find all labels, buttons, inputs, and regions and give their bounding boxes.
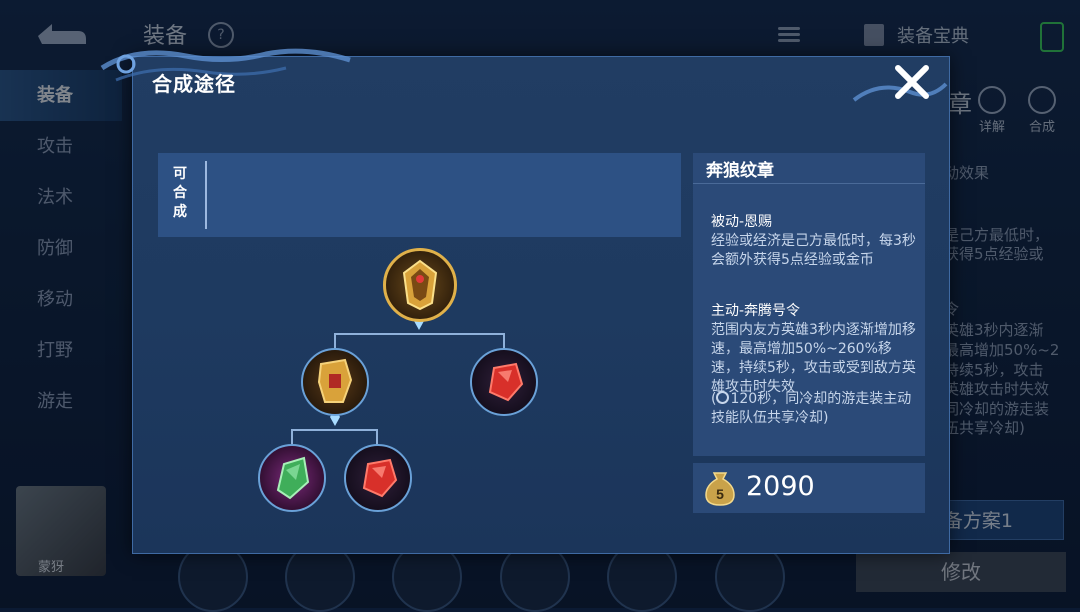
red-gem-item[interactable] bbox=[344, 444, 412, 512]
cooldown-note: (120秒，同冷却的游走装主动技能队伍共享冷却) bbox=[711, 390, 916, 428]
back-arrow-icon[interactable] bbox=[28, 14, 92, 54]
active-title: 主动-奔腾号令 bbox=[711, 303, 801, 319]
divider bbox=[693, 183, 925, 184]
sidebar-item-roam[interactable]: 游走 bbox=[0, 376, 122, 427]
composable-items-box bbox=[158, 153, 681, 237]
tree-connector-line bbox=[376, 429, 378, 445]
close-button[interactable] bbox=[890, 62, 934, 102]
detail-label: 详解 bbox=[978, 120, 1005, 135]
tree-connector-line bbox=[334, 333, 504, 335]
bg-text-line: 英雄3秒内逐渐 bbox=[944, 321, 1044, 339]
red-gem-item[interactable] bbox=[470, 348, 538, 416]
sidebar-item-jungle[interactable]: 打野 bbox=[0, 325, 122, 376]
bag-digit: 5 bbox=[716, 486, 724, 502]
composable-label: 可合成 bbox=[173, 166, 187, 220]
red-gem-icon bbox=[488, 362, 524, 402]
bg-text-line: 获得5点经验或 bbox=[944, 245, 1044, 263]
cooldown-clock-icon bbox=[716, 391, 730, 404]
green-gem-icon bbox=[276, 456, 310, 500]
item-name: 奔狼纹章 bbox=[706, 161, 774, 181]
bg-text-line: 最高增加50%~2 bbox=[944, 341, 1060, 359]
passive-title: 被动-恩赐 bbox=[711, 214, 773, 230]
dialog-title: 合成途径 bbox=[152, 72, 236, 96]
red-gem-icon bbox=[362, 458, 398, 498]
bg-text-line: 英雄攻击时失效 bbox=[944, 380, 1050, 398]
sidebar-item-attack[interactable]: 攻击 bbox=[0, 121, 122, 172]
cooldown-text: 120秒，同冷却的游走装主动技能队伍共享冷却) bbox=[711, 391, 912, 426]
star-icon bbox=[1028, 86, 1056, 114]
item-price: 2090 bbox=[746, 471, 815, 502]
golden-gauntlet-item[interactable] bbox=[301, 348, 369, 416]
category-sidebar: 装备 攻击 法术 防御 移动 打野 游走 bbox=[0, 70, 122, 450]
guide-label[interactable]: 装备宝典 bbox=[897, 22, 969, 48]
synthesize-label: 合成 bbox=[1028, 120, 1055, 135]
guide-book-icon[interactable] bbox=[864, 24, 884, 46]
tree-connector-line bbox=[291, 429, 293, 445]
wolf-emblem-icon bbox=[402, 259, 438, 311]
sidebar-item-magic[interactable]: 法术 bbox=[0, 172, 122, 223]
bg-text-line: 动效果 bbox=[944, 164, 990, 182]
hero-name: 蒙犽 bbox=[38, 560, 65, 575]
sidebar-item-defense[interactable]: 防御 bbox=[0, 223, 122, 274]
golden-gauntlet-icon bbox=[317, 358, 353, 403]
detail-button[interactable]: 详解 bbox=[970, 86, 1014, 135]
tree-connector-line bbox=[503, 333, 505, 349]
money-bag-icon: 5 bbox=[705, 472, 735, 506]
wolf-emblem-item[interactable] bbox=[383, 248, 457, 322]
bg-text-line: 伍共享冷却) bbox=[944, 419, 1025, 437]
wifi-icon bbox=[1040, 22, 1064, 52]
active-description: 范围内友方英雄3秒内逐渐增加移速，最高增加50%~260%移速，持续5秒，攻击或… bbox=[711, 322, 916, 395]
tree-connector-line bbox=[334, 333, 336, 349]
passive-description: 经验或经济是己方最低时，每3秒会额外获得5点经验或金币 bbox=[711, 233, 916, 268]
green-leaf-gem-item[interactable] bbox=[258, 444, 326, 512]
tree-connector-line bbox=[291, 429, 377, 431]
edit-button[interactable]: 修改 bbox=[856, 552, 1066, 592]
divider bbox=[205, 161, 207, 229]
item-title-partial: 章 bbox=[948, 90, 972, 118]
menu-icon[interactable] bbox=[778, 24, 800, 44]
close-icon bbox=[895, 65, 929, 99]
sidebar-item-movement[interactable]: 移动 bbox=[0, 274, 122, 325]
play-icon bbox=[978, 86, 1006, 114]
synthesize-button[interactable]: 合成 bbox=[1020, 86, 1064, 135]
